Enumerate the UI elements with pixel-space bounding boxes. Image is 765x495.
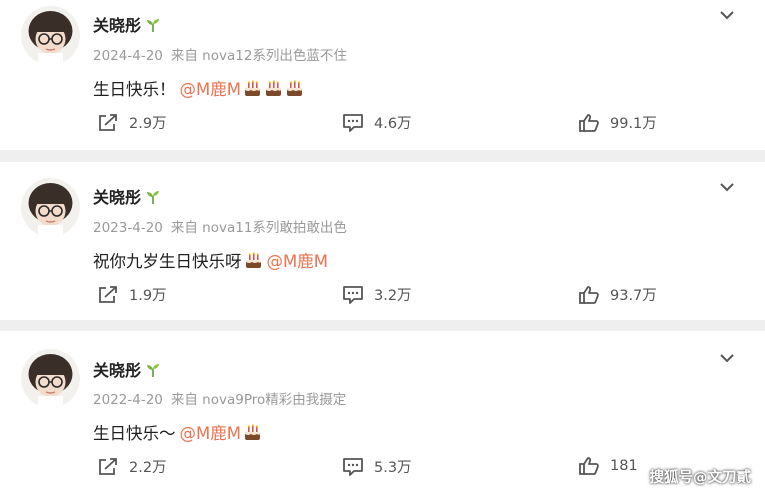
watermark: 搜狐号@文刀貳 <box>649 470 752 486</box>
like-button[interactable]: 93.7万 <box>578 284 657 305</box>
sprout-icon <box>145 17 161 37</box>
username[interactable]: 关晓彤 <box>93 12 161 37</box>
share-count: 2.2万 <box>129 460 167 476</box>
avatar[interactable] <box>21 6 80 65</box>
comment-button[interactable]: 5.3万 <box>342 456 412 477</box>
comment-button[interactable]: 4.6万 <box>342 112 412 133</box>
weibo-feed: 关晓彤 2024-4-20 来自 nova12系列出色蓝不住 生日快乐！ @M鹿M… <box>0 0 765 495</box>
post-content: 祝你九岁生日快乐呀 @M鹿M <box>93 248 328 272</box>
like-count: 181 <box>610 458 638 474</box>
chevron-down-icon[interactable] <box>719 178 735 192</box>
avatar[interactable] <box>21 349 80 408</box>
share-button[interactable]: 2.2万 <box>97 456 167 477</box>
sprout-icon <box>145 189 161 209</box>
comment-icon <box>342 113 364 133</box>
weibo-post: 关晓彤 2024-4-20 来自 nova12系列出色蓝不住 生日快乐！ @M鹿M… <box>0 0 765 150</box>
birthday-cake-icon <box>244 251 263 270</box>
share-button[interactable]: 2.9万 <box>97 112 167 133</box>
avatar[interactable] <box>21 178 80 237</box>
share-button[interactable]: 1.9万 <box>97 284 167 305</box>
share-count: 1.9万 <box>129 288 167 304</box>
comment-icon <box>342 285 364 305</box>
post-actions: 2.9万 4.6万 99.1万 <box>0 112 765 136</box>
thumbs-up-icon <box>578 456 600 476</box>
post-date: 2024-4-20 <box>93 48 163 64</box>
share-count: 2.9万 <box>129 116 167 132</box>
weibo-post: 关晓彤 2023-4-20 来自 nova11系列敢拍敢出色 祝你九岁生日快乐呀 … <box>0 162 765 320</box>
post-text: 生日快乐～ <box>93 424 176 443</box>
post-actions: 1.9万 3.2万 93.7万 <box>0 284 765 308</box>
username-text: 关晓彤 <box>93 16 142 35</box>
post-meta: 2022-4-20 来自 nova9Pro精彩由我摄定 <box>93 388 346 408</box>
share-icon <box>97 457 119 477</box>
comment-icon <box>342 457 364 477</box>
post-date: 2023-4-20 <box>93 220 163 236</box>
like-button[interactable]: 99.1万 <box>578 112 657 133</box>
username[interactable]: 关晓彤 <box>93 357 161 382</box>
comment-button[interactable]: 3.2万 <box>342 284 412 305</box>
post-date: 2022-4-20 <box>93 392 163 408</box>
post-meta: 2023-4-20 来自 nova11系列敢拍敢出色 <box>93 216 347 236</box>
share-icon <box>97 113 119 133</box>
sprout-icon <box>145 362 161 382</box>
username-text: 关晓彤 <box>93 361 142 380</box>
post-meta: 2024-4-20 来自 nova12系列出色蓝不住 <box>93 44 347 64</box>
like-count: 99.1万 <box>610 116 657 132</box>
birthday-cake-icon <box>285 79 304 98</box>
mention-link[interactable]: @M鹿M <box>180 420 241 444</box>
post-text: 生日快乐！ <box>93 80 176 99</box>
thumbs-up-icon <box>578 285 600 305</box>
post-content: 生日快乐～ @M鹿M <box>93 420 262 444</box>
birthday-cake-icon <box>264 79 283 98</box>
post-source: 来自 nova9Pro精彩由我摄定 <box>170 392 347 408</box>
post-content: 生日快乐！ @M鹿M <box>93 76 304 100</box>
chevron-down-icon[interactable] <box>719 349 735 363</box>
thumbs-up-icon <box>578 113 600 133</box>
birthday-cake-icon <box>243 79 262 98</box>
share-icon <box>97 285 119 305</box>
like-count: 93.7万 <box>610 288 657 304</box>
comment-count: 5.3万 <box>374 460 412 476</box>
comment-count: 4.6万 <box>374 116 412 132</box>
username[interactable]: 关晓彤 <box>93 184 161 209</box>
mention-link[interactable]: @M鹿M <box>180 76 241 100</box>
chevron-down-icon[interactable] <box>719 6 735 20</box>
post-source: 来自 nova11系列敢拍敢出色 <box>170 220 347 236</box>
post-text: 祝你九岁生日快乐呀 <box>93 252 242 271</box>
username-text: 关晓彤 <box>93 188 142 207</box>
comment-count: 3.2万 <box>374 288 412 304</box>
like-button[interactable]: 181 <box>578 456 638 476</box>
birthday-cake-icon <box>243 423 262 442</box>
post-source: 来自 nova12系列出色蓝不住 <box>170 48 347 64</box>
mention-link[interactable]: @M鹿M <box>267 248 328 272</box>
